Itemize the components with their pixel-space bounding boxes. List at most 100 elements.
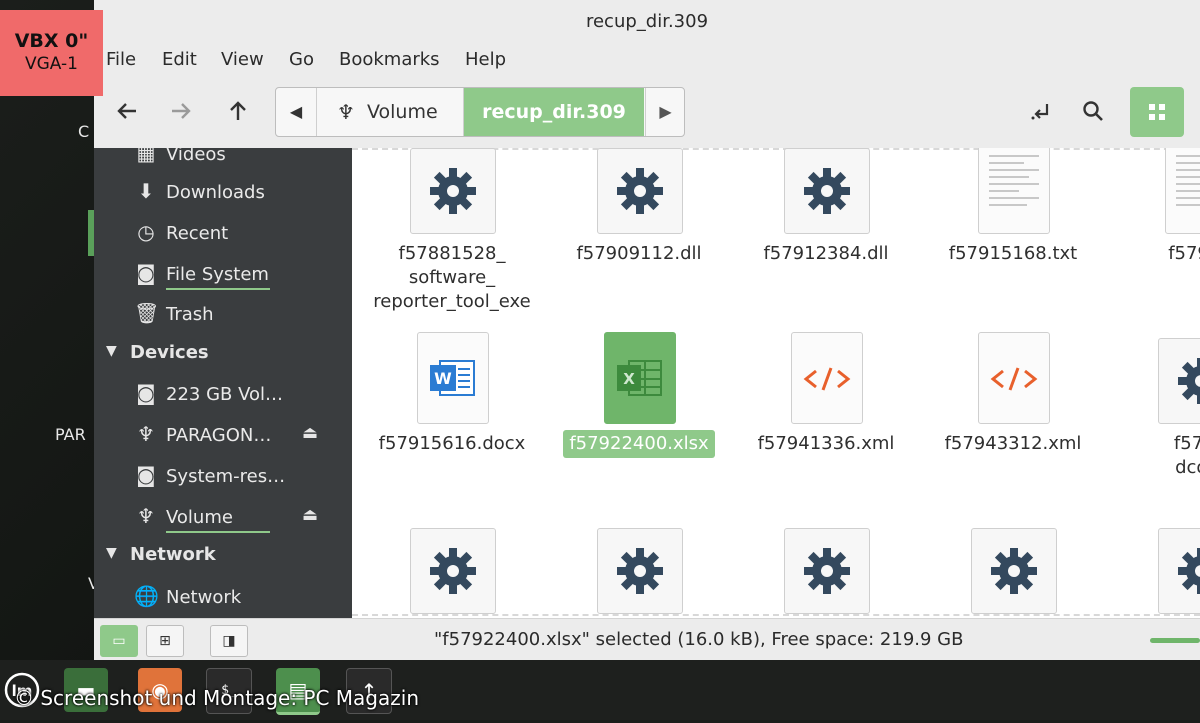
sidebar-section-network[interactable]: ▼ Network	[94, 542, 352, 572]
xml-file-icon	[978, 332, 1050, 424]
file-item[interactable]	[923, 528, 1103, 618]
chevron-down-icon: ▼	[106, 343, 117, 359]
sidebar-item-downloads[interactable]: ⬇ Downloads	[94, 176, 352, 212]
sidebar: ▦ Videos ⬇ Downloads ◷ Recent ◙ File Sys…	[94, 148, 352, 618]
eject-icon[interactable]: ⏏	[302, 423, 318, 443]
arrow-right-icon	[172, 103, 191, 119]
menu-view[interactable]: View	[221, 49, 264, 70]
zoom-slider[interactable]	[1150, 638, 1200, 643]
toggle-location-button[interactable]	[1022, 92, 1060, 130]
file-name: f57915	[1168, 243, 1200, 264]
sidebar-item-paragon[interactable]: ♆ PARAGON… ⏏	[94, 419, 352, 455]
recent-icon: ◷	[137, 220, 155, 244]
file-item[interactable]	[549, 528, 729, 618]
file-name: reporter_tool_exe	[373, 291, 531, 312]
file-item[interactable]: W f57915616.docx	[362, 332, 542, 462]
file-item[interactable]	[736, 528, 916, 618]
file-item[interactable]: f57943312.xml	[923, 332, 1103, 462]
file-item[interactable]	[1110, 528, 1200, 618]
menu-go[interactable]: Go	[289, 49, 314, 70]
path-segment-current[interactable]: recup_dir.309	[464, 88, 644, 136]
usage-bar	[166, 288, 270, 290]
executable-file-icon	[1158, 528, 1200, 614]
file-name: f57915616.docx	[378, 433, 526, 454]
executable-file-icon	[971, 528, 1057, 614]
excel-spreadsheet-icon: X	[604, 332, 676, 424]
desktop-label: C	[78, 122, 90, 141]
toolbar: ◀ ♆ Volume recup_dir.309 ▶	[94, 78, 1200, 149]
sidebar-item-recent[interactable]: ◷ Recent	[94, 217, 352, 253]
menu-bookmarks[interactable]: Bookmarks	[339, 49, 440, 70]
up-button[interactable]	[219, 92, 257, 130]
arrow-left-icon	[117, 103, 136, 119]
file-item-selected[interactable]: X f57922400.xlsx	[549, 332, 729, 462]
file-item[interactable]: f57912384.dll	[736, 148, 916, 278]
sidebar-item-network[interactable]: 🌐 Network	[94, 581, 352, 617]
file-name: f57909112.dll	[576, 243, 702, 264]
file-item[interactable]: f57941336.xml	[736, 332, 916, 462]
sidebar-item-videos[interactable]: ▦ Videos	[94, 148, 352, 174]
menu-file[interactable]: File	[106, 49, 136, 70]
arrow-up-icon	[230, 101, 246, 120]
text-file-icon	[1165, 148, 1200, 234]
sidebar-item-file-system[interactable]: ◙ File System	[94, 258, 352, 294]
sidebar-item-system-reserved[interactable]: ◙ System-res…	[94, 460, 352, 496]
network-icon: 🌐	[134, 584, 159, 608]
file-item[interactable]	[362, 528, 542, 618]
dll-file-icon	[784, 148, 870, 234]
back-button[interactable]	[108, 92, 146, 130]
sidebar-section-label: Devices	[130, 342, 209, 363]
sidebar-item-label: Trash	[166, 304, 214, 325]
sidebar-item-label: Videos	[166, 148, 226, 165]
sidebar-section-devices[interactable]: ▼ Devices	[94, 340, 352, 370]
desktop-label: PAR	[55, 425, 86, 444]
sidebar-item-223gb-volume[interactable]: ◙ 223 GB Vol…	[94, 378, 352, 414]
file-item[interactable]: f57915	[1110, 148, 1200, 278]
usb-icon: ♆	[337, 100, 355, 124]
grid-view-icon	[1149, 104, 1165, 120]
folder-icon: ▭	[112, 633, 126, 649]
file-item[interactable]: f57915168.txt	[923, 148, 1103, 278]
menu-edit[interactable]: Edit	[162, 49, 197, 70]
sidebar-item-label: File System	[166, 264, 269, 285]
overlay-line2: VGA-1	[24, 54, 78, 74]
file-item[interactable]: f5794 dcom	[1110, 332, 1200, 492]
search-icon	[1083, 101, 1103, 121]
copyright-caption: © Screenshot und Montage: PC Magazin	[14, 686, 419, 710]
file-name: f57915168.txt	[948, 243, 1078, 264]
sidebar-toggle-icon: ◨	[222, 633, 236, 649]
usage-bar	[166, 531, 270, 533]
trash-icon: 🗑	[134, 301, 160, 325]
path-scroll-left-button[interactable]: ◀	[276, 88, 317, 136]
toggle-sidebar-button[interactable]: ◨	[210, 625, 248, 657]
status-text: "f57922400.xlsx" selected (16.0 kB), Fre…	[434, 629, 964, 650]
show-places-button[interactable]: ▭	[100, 625, 138, 657]
show-treeview-button[interactable]: ⊞	[146, 625, 184, 657]
executable-file-icon	[410, 148, 496, 234]
sidebar-item-label: 223 GB Vol…	[166, 384, 284, 405]
display-overlay: VBX 0" VGA-1	[0, 10, 103, 96]
executable-file-icon	[784, 528, 870, 614]
sidebar-section-label: Network	[130, 544, 216, 565]
sidebar-item-label: Volume	[166, 507, 233, 528]
eject-icon[interactable]: ⏏	[302, 505, 318, 525]
icon-view-button[interactable]	[1130, 87, 1184, 137]
forward-button[interactable]	[162, 92, 200, 130]
file-item[interactable]: f57881528_ software_ reporter_tool_exe	[362, 148, 542, 318]
location-toggle-icon	[1031, 104, 1049, 120]
file-name: f5794	[1173, 433, 1200, 454]
file-manager-window: recup_dir.309 File Edit View Go Bookmark…	[94, 0, 1200, 660]
menu-help[interactable]: Help	[465, 49, 506, 70]
path-segment-volume[interactable]: ♆ Volume	[317, 88, 464, 136]
sidebar-item-trash[interactable]: 🗑 Trash	[94, 298, 352, 334]
usb-icon: ♆	[137, 422, 155, 446]
search-button[interactable]	[1074, 92, 1112, 130]
path-scroll-right-button[interactable]: ▶	[645, 88, 684, 136]
file-name: f57881528_	[398, 243, 506, 264]
usb-icon: ♆	[137, 504, 155, 528]
sidebar-item-label: PARAGON…	[166, 425, 272, 446]
file-name: f57922400.xlsx	[563, 430, 715, 458]
file-item[interactable]: f57909112.dll	[549, 148, 729, 278]
sidebar-item-volume[interactable]: ♆ Volume ⏏	[94, 501, 352, 537]
sidebar-item-label: Recent	[166, 223, 229, 244]
